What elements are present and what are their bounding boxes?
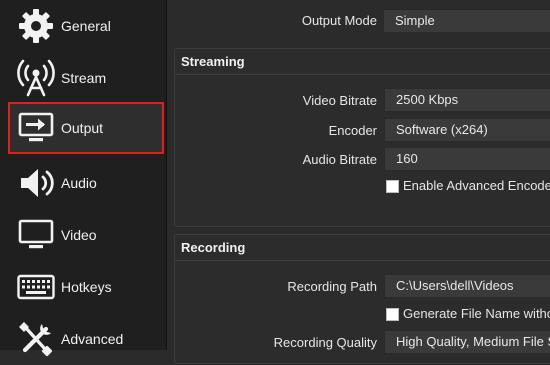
sidebar-item-hotkeys[interactable]: Hotkeys [8,261,164,313]
advanced-encoder-checkbox[interactable] [386,180,399,193]
settings-sidebar: General Stream Output Audio Video Hotkey… [0,0,167,357]
recording-divider [175,260,550,261]
keyboard-icon [16,267,56,307]
output-mode-select[interactable]: Simple [383,9,550,33]
sidebar-item-label: Stream [61,70,107,86]
gear-icon [16,6,56,46]
encoder-select[interactable]: Software (x264) [384,118,550,142]
recording-quality-label: Recording Quality [273,335,377,350]
sidebar-item-stream[interactable]: Stream [8,52,164,104]
recording-quality-select[interactable]: High Quality, Medium File Size [384,330,550,354]
generate-filename-checkbox[interactable] [386,308,399,321]
monitor-icon [16,215,56,255]
recording-group-title: Recording [181,240,246,255]
generate-filename-checkbox-label: Generate File Name without [403,306,550,321]
sidebar-item-audio[interactable]: Audio [8,157,164,209]
sidebar-item-label: Output [61,120,104,136]
streaming-group-title: Streaming [181,54,245,69]
encoder-label: Encoder [328,123,377,138]
audio-bitrate-label: Audio Bitrate [302,152,377,167]
broadcast-tower-icon [16,58,56,98]
output-monitor-icon [16,108,56,148]
recording-path-label: Recording Path [287,279,377,294]
sidebar-item-general[interactable]: General [8,0,164,52]
sidebar-item-video[interactable]: Video [8,209,164,261]
audio-bitrate-select[interactable]: 160 [384,147,550,171]
sidebar-item-label: Advanced [61,331,124,347]
sidebar-item-label: Audio [61,175,97,191]
sidebar-item-label: Hotkeys [61,279,112,295]
video-bitrate-label: Video Bitrate [302,93,377,108]
video-bitrate-input[interactable]: 2500 Kbps [384,88,550,112]
streaming-divider [175,74,550,75]
sidebar-item-output[interactable]: Output [8,102,164,154]
sidebar-item-label: Video [61,227,97,243]
advanced-encoder-checkbox-label: Enable Advanced Encoder S [403,178,550,193]
sidebar-item-advanced[interactable]: Advanced [8,313,164,365]
recording-path-input[interactable]: C:\Users\dell\Videos [384,274,550,298]
output-mode-label: Output Mode [301,13,377,28]
speaker-icon [16,163,56,203]
wrench-screwdriver-icon [16,319,56,359]
sidebar-item-label: General [61,18,111,34]
